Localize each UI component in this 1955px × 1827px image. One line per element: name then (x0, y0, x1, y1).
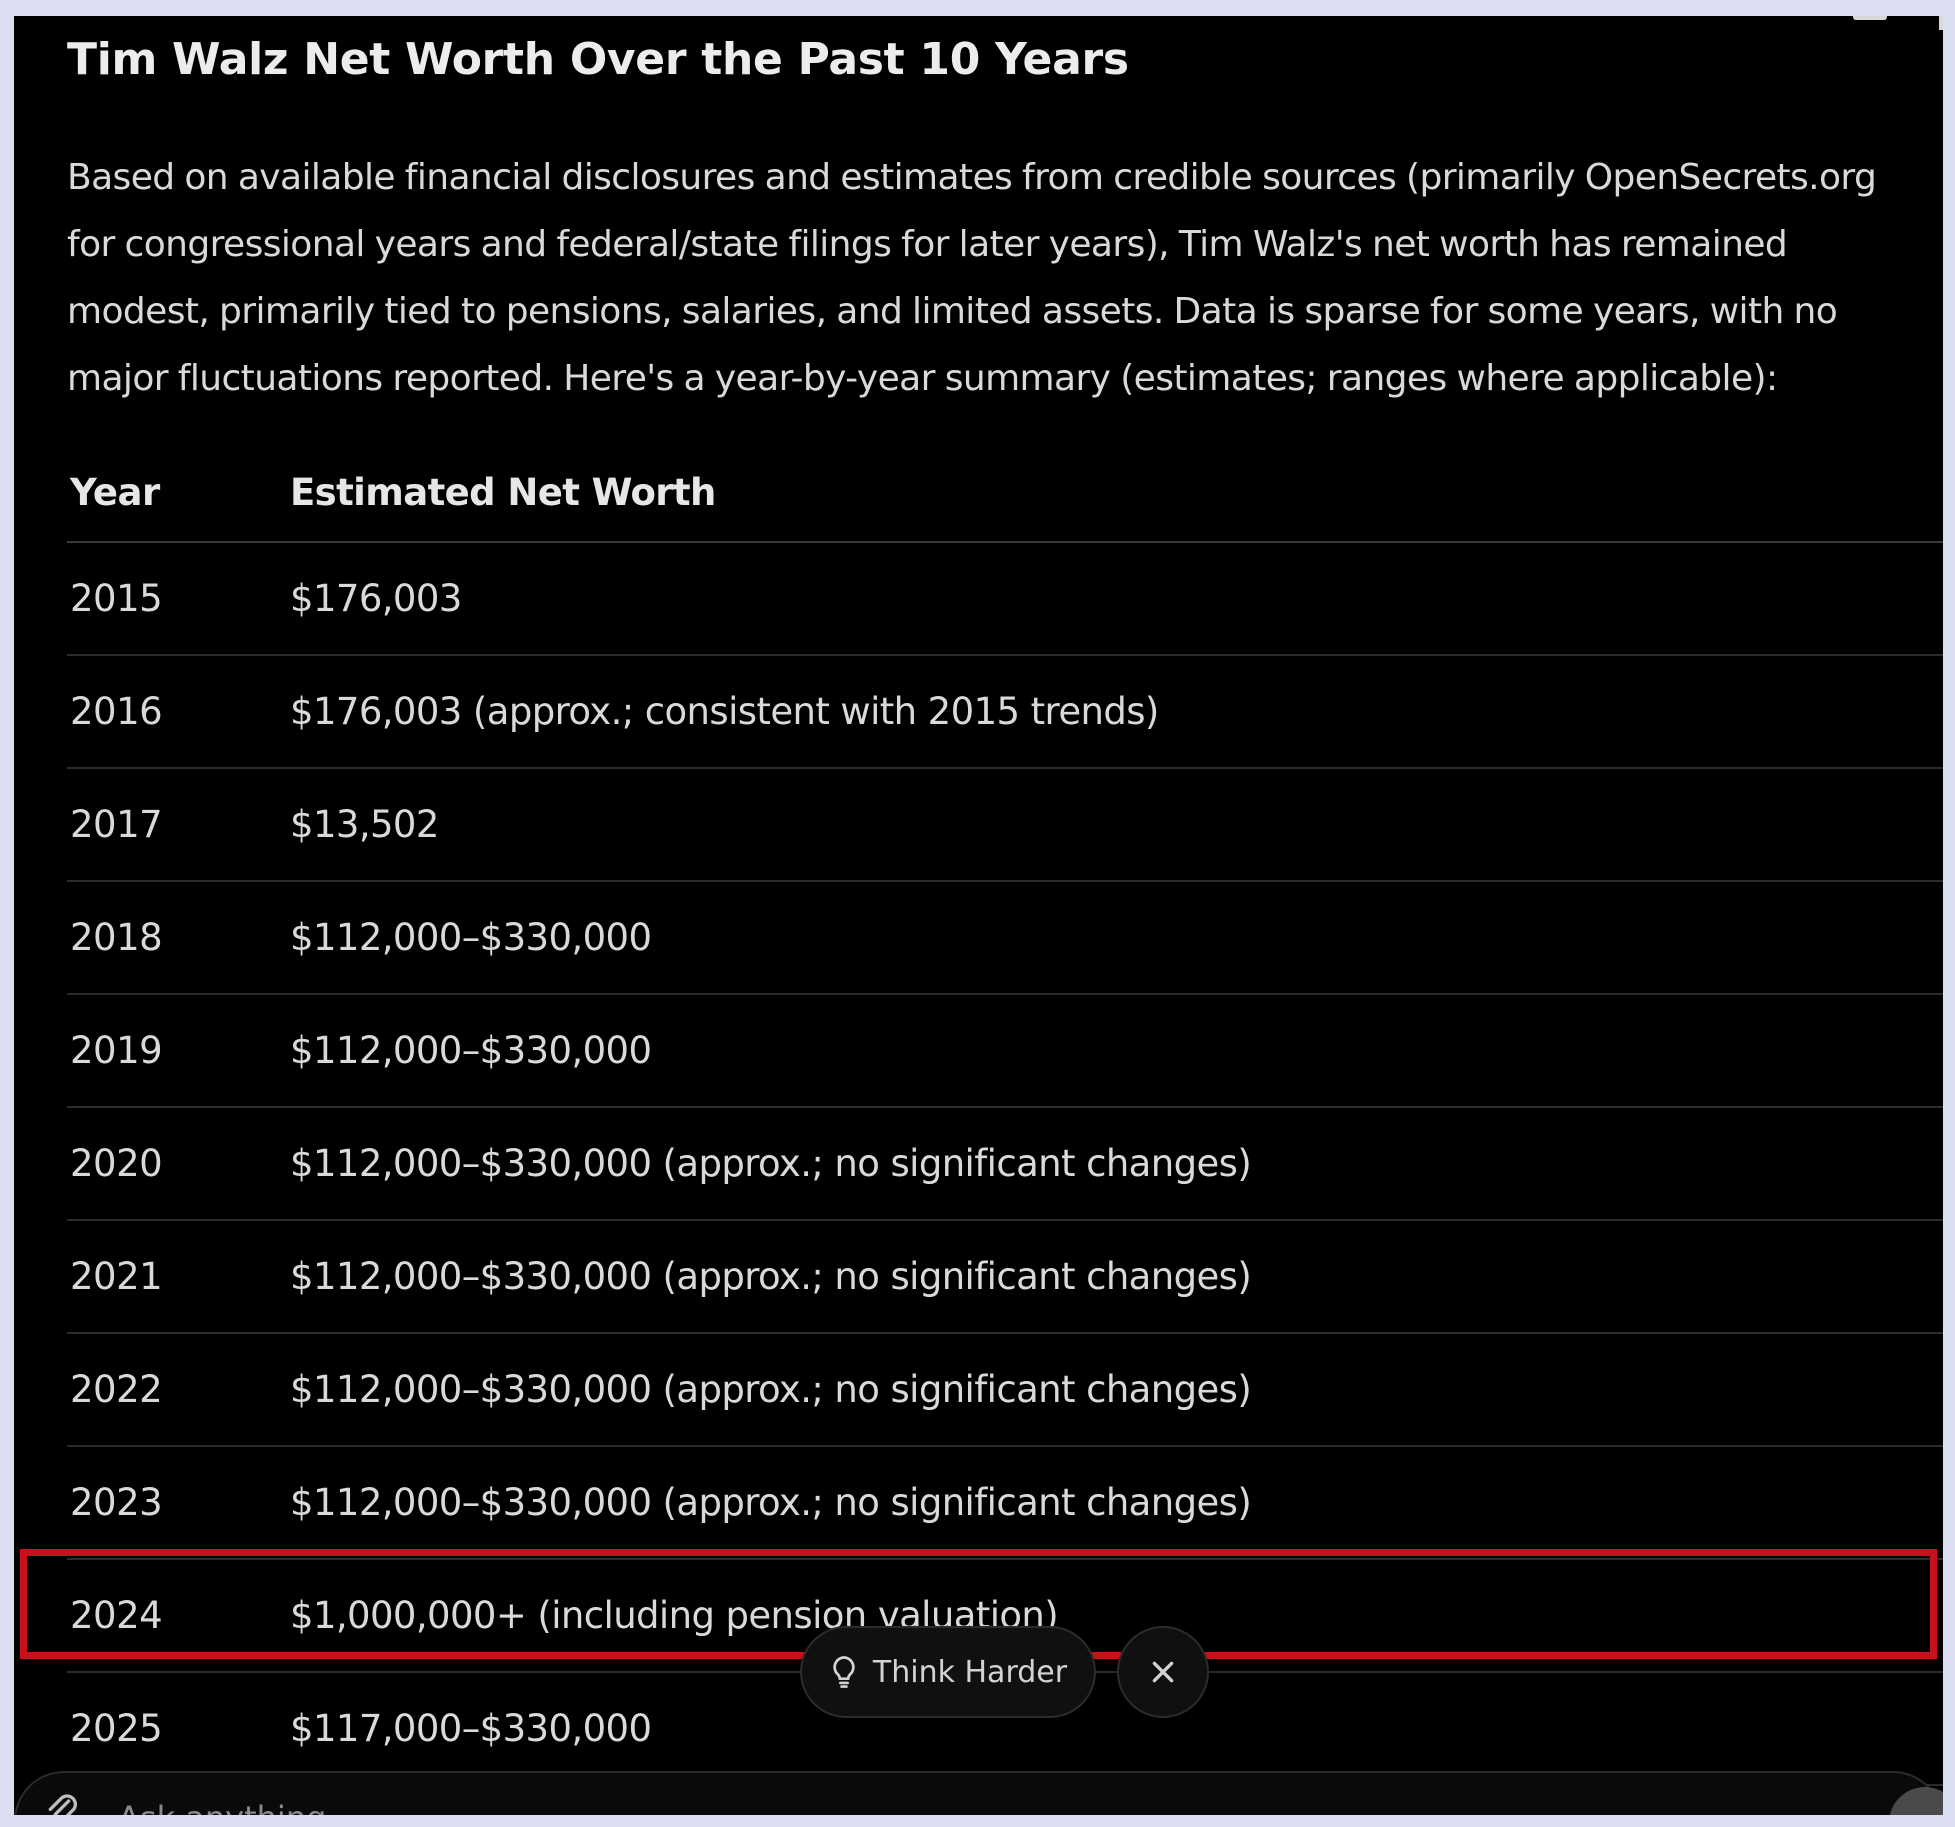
year-cell: 2016 (70, 690, 163, 733)
lightbulb-icon (833, 1656, 855, 1688)
table-row: 2015 $176,003 (67, 543, 1943, 656)
window-corner-mark (1853, 16, 1887, 20)
table-row: 2022 $112,000–$330,000 (approx.; no sign… (67, 1334, 1943, 1447)
net-worth-table: Year Estimated Net Worth 2015 $176,003 2… (67, 444, 1943, 1786)
net-worth-cell: $117,000–$330,000 (290, 1707, 652, 1750)
response-panel: Tim Walz Net Worth Over the Past 10 Year… (14, 16, 1943, 1815)
year-cell: 2022 (70, 1368, 163, 1411)
net-worth-cell: $176,003 (290, 577, 462, 620)
table-header-row: Year Estimated Net Worth (67, 444, 1943, 543)
table-row: 2021 $112,000–$330,000 (approx.; no sign… (67, 1221, 1943, 1334)
year-cell: 2015 (70, 577, 163, 620)
page-title: Tim Walz Net Worth Over the Past 10 Year… (67, 34, 1129, 85)
table-row: 2018 $112,000–$330,000 (67, 882, 1943, 995)
year-cell: 2025 (70, 1707, 163, 1750)
send-button[interactable] (1889, 1787, 1943, 1815)
net-worth-cell: $112,000–$330,000 (290, 916, 652, 959)
net-worth-cell: $112,000–$330,000 (approx.; no significa… (290, 1368, 1252, 1411)
net-worth-cell: $112,000–$330,000 (approx.; no significa… (290, 1255, 1252, 1298)
year-cell: 2020 (70, 1142, 163, 1185)
intro-paragraph: Based on available financial disclosures… (67, 157, 1877, 399)
think-harder-label: Think Harder (872, 1654, 1068, 1690)
year-cell: 2024 (70, 1594, 163, 1637)
net-worth-cell: $176,003 (approx.; consistent with 2015 … (290, 690, 1159, 733)
close-button[interactable] (1117, 1626, 1209, 1718)
net-worth-cell: $112,000–$330,000 (approx.; no significa… (290, 1142, 1252, 1185)
chat-composer (14, 1771, 1943, 1815)
year-cell: 2018 (70, 916, 163, 959)
column-header-year: Year (70, 471, 160, 514)
net-worth-cell: $112,000–$330,000 (290, 1029, 652, 1072)
table-row: 2016 $176,003 (approx.; consistent with … (67, 656, 1943, 769)
chat-input[interactable] (116, 1797, 1720, 1815)
column-header-net-worth: Estimated Net Worth (290, 471, 716, 514)
year-cell: 2019 (70, 1029, 163, 1072)
close-icon (1152, 1661, 1174, 1683)
year-cell: 2023 (70, 1481, 163, 1524)
table-row: 2019 $112,000–$330,000 (67, 995, 1943, 1108)
paperclip-icon[interactable] (42, 1791, 82, 1815)
think-harder-button[interactable]: Think Harder (800, 1626, 1096, 1718)
year-cell: 2017 (70, 803, 163, 846)
table-row: 2017 $13,502 (67, 769, 1943, 882)
year-cell: 2021 (70, 1255, 163, 1298)
net-worth-cell: $112,000–$330,000 (approx.; no significa… (290, 1481, 1252, 1524)
window-corner-tick (1939, 16, 1943, 30)
net-worth-cell: $13,502 (290, 803, 439, 846)
table-row: 2023 $112,000–$330,000 (approx.; no sign… (67, 1447, 1943, 1560)
table-row: 2020 $112,000–$330,000 (approx.; no sign… (67, 1108, 1943, 1221)
